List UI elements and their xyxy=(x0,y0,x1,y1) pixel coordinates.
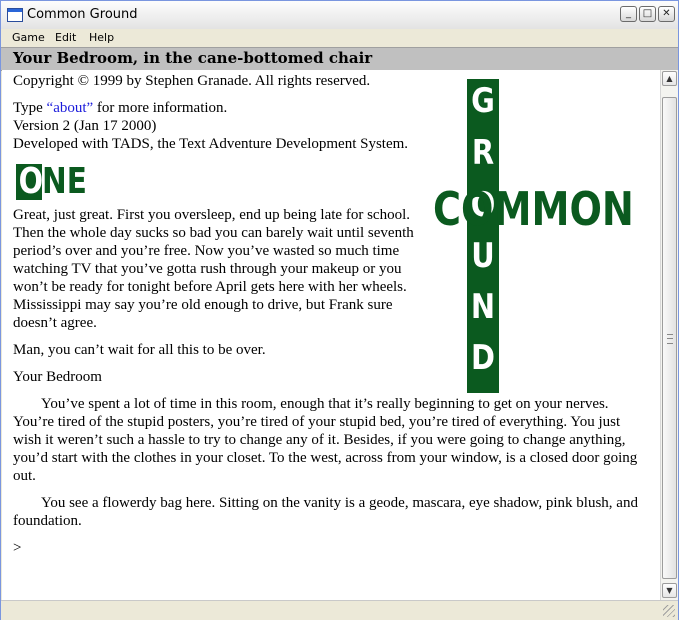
menu-help[interactable]: Help xyxy=(89,31,114,44)
intro-paragraph: Great, just great. First you oversleep, … xyxy=(13,207,414,331)
title-bar[interactable]: Common Ground _ □ ✕ xyxy=(1,1,678,30)
logo-letter-g: G xyxy=(471,81,495,121)
logo-letter-u: U xyxy=(471,236,495,276)
room-description: You’ve spent a lot of time in this room,… xyxy=(13,396,638,484)
room-block: Your Bedroom You’ve spent a lot of time … xyxy=(13,368,643,530)
scroll-down-button[interactable]: ▼ xyxy=(662,583,677,598)
window-title: Common Ground xyxy=(27,7,138,22)
about-link[interactable]: “about” xyxy=(47,100,94,116)
game-transcript[interactable]: Copyright © 1999 by Stephen Granade. All… xyxy=(2,70,660,600)
room-name: Your Bedroom xyxy=(13,369,102,385)
app-window: Common Ground _ □ ✕ Game Edit Help Your … xyxy=(0,0,679,620)
resize-grip-icon[interactable] xyxy=(663,605,675,617)
chapter-rest: NE xyxy=(42,161,87,202)
about-suffix: for more information. xyxy=(93,100,228,116)
maximize-button[interactable]: □ xyxy=(639,6,656,22)
command-prompt[interactable]: > xyxy=(13,539,653,557)
minimize-button[interactable]: _ xyxy=(620,6,637,22)
chapter-initial: O xyxy=(18,161,44,202)
game-status-line: Your Bedroom, in the cane-bottomed chair xyxy=(1,47,678,71)
thumb-grip-icon xyxy=(667,334,673,344)
menu-game[interactable]: Game xyxy=(12,31,45,44)
logo-letter-d: D xyxy=(470,338,495,378)
bottom-status-bar xyxy=(1,600,678,620)
logo-common-word: COMMON xyxy=(433,182,634,236)
version-text: Version 2 (Jan 17 2000) xyxy=(13,118,157,134)
about-prefix: Type xyxy=(13,100,47,116)
menu-bar: Game Edit Help xyxy=(1,29,678,47)
scroll-up-button[interactable]: ▲ xyxy=(662,71,677,86)
developed-text: Developed with TADS, the Text Adventure … xyxy=(13,136,409,152)
transcript-content: Copyright © 1999 by Stephen Granade. All… xyxy=(13,72,653,566)
logo-letter-n: N xyxy=(470,287,496,327)
logo-letter-r: R xyxy=(471,133,495,173)
scroll-thumb[interactable] xyxy=(662,97,677,579)
copyright-text: Copyright © 1999 by Stephen Granade. All… xyxy=(13,73,371,89)
menu-edit[interactable]: Edit xyxy=(55,31,76,44)
wait-line: Man, you can’t wait for all this to be o… xyxy=(13,342,266,358)
status-location: Your Bedroom, in the cane-bottomed chair xyxy=(13,49,373,67)
close-button[interactable]: ✕ xyxy=(658,6,675,22)
vertical-scrollbar[interactable]: ▲ ▼ xyxy=(660,70,678,600)
room-objects: You see a flowerdy bag here. Sitting on … xyxy=(13,495,638,529)
about-line: Type “about” for more information. xyxy=(13,99,423,117)
logo-vertical-bar: G R O U N D xyxy=(467,79,499,393)
app-icon xyxy=(7,8,23,22)
